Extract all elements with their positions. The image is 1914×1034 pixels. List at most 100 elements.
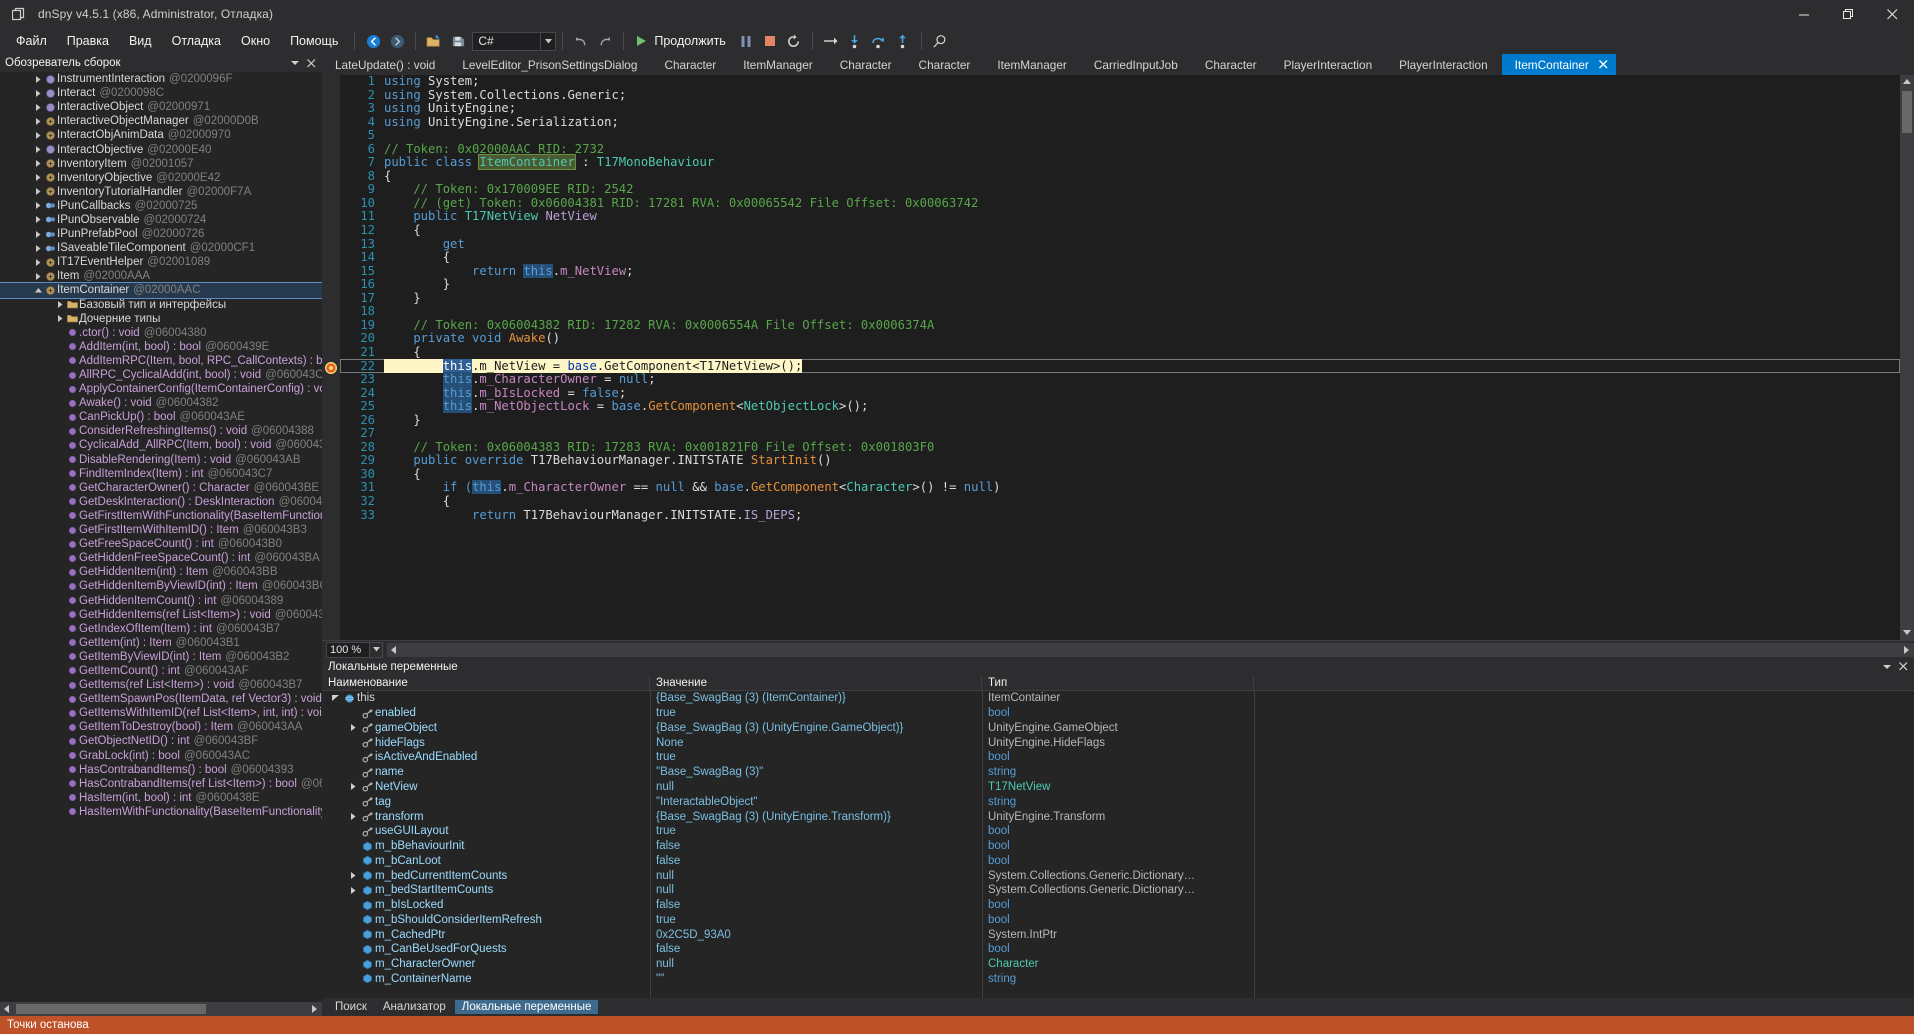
code-line-current[interactable]: 22 this.m_NetView = base.GetComponent<T1… (340, 358, 1900, 374)
code-vscrollbar[interactable] (1900, 75, 1914, 640)
tree-node[interactable]: GetItemsWithItemID(ref List<Item>, int, … (0, 706, 322, 720)
tree-node[interactable]: HasContrabandItems(ref List<Item>) : boo… (0, 777, 322, 791)
locals-value-cell[interactable]: null (650, 883, 982, 898)
tree-node[interactable]: CanPickUp() : bool @060043AE (0, 410, 322, 424)
locals-value-cell[interactable]: true (650, 706, 982, 721)
tree-node[interactable]: IPunCallbacks @02000725 (0, 199, 322, 213)
tree-node[interactable]: Item @02000AAA (0, 269, 322, 283)
locals-row[interactable]: m_CharacterOwner null Character (322, 957, 1914, 972)
tree-node[interactable]: GetObjectNetID() : int @060043BF (0, 734, 322, 748)
tree-node[interactable]: GetItems(ref List<Item>) : void @060043B7 (0, 678, 322, 692)
locals-value-cell[interactable]: {Base_SwagBag (3) (UnityEngine.Transform… (650, 809, 982, 824)
code-line[interactable]: 16 } (340, 277, 1900, 292)
locals-tab-strip[interactable]: Поиск Анализатор Локальные переменные (322, 998, 1914, 1016)
tree-node[interactable]: GetIndexOfItem(Item) : int @060043B7 (0, 622, 322, 636)
code-line[interactable]: 19 // Token: 0x06004382 RID: 17282 RVA: … (340, 318, 1900, 333)
locals-value-cell[interactable]: false (650, 942, 982, 957)
locals-value-cell[interactable]: "" (650, 972, 982, 987)
minimize-button[interactable] (1782, 0, 1826, 28)
document-tab[interactable]: Character (651, 54, 731, 75)
tree-node[interactable]: InstrumentInteraction @0200096F (0, 72, 322, 86)
code-line[interactable]: 28 // Token: 0x06004383 RID: 17283 RVA: … (340, 440, 1900, 455)
scroll-left-icon[interactable] (0, 1002, 14, 1016)
document-tab[interactable]: CarriedInputJob (1081, 54, 1192, 75)
tree-node[interactable]: InteractObjective @02000E40 (0, 142, 322, 156)
tree-node[interactable]: GetItemByViewID(int) : Item @060043B2 (0, 650, 322, 664)
menu-window[interactable]: Окно (231, 31, 280, 51)
scroll-left-icon[interactable] (387, 643, 401, 657)
language-select[interactable]: C# (472, 31, 557, 51)
close-icon[interactable] (1896, 660, 1910, 674)
locals-value-cell[interactable]: false (650, 898, 982, 913)
locals-row[interactable]: enabled true bool (322, 706, 1914, 721)
locals-row[interactable]: m_bedCurrentItemCounts null System.Collect… (322, 868, 1914, 883)
menu-help[interactable]: Помощь (280, 31, 348, 51)
locals-row[interactable]: isActiveAndEnabled true bool (322, 750, 1914, 765)
code-line[interactable]: 3 using UnityEngine; (340, 101, 1900, 116)
tree-node[interactable]: GetItemSpawnPos(ItemData, ref Vector3) :… (0, 692, 322, 706)
locals-row[interactable]: m_CachedPtr 0x2C5D_93A0 System.IntPtr (322, 927, 1914, 942)
locals-value-cell[interactable]: null (650, 868, 982, 883)
tree-expand-icon[interactable] (33, 146, 43, 154)
restart-icon[interactable] (782, 30, 806, 52)
document-tab[interactable]: LateUpdate() : void (322, 54, 450, 75)
tree-expand-icon[interactable] (33, 75, 43, 83)
code-line[interactable]: 8{ (340, 169, 1900, 184)
row-collapse-icon[interactable] (328, 695, 342, 702)
tree-node[interactable]: ISaveableTileComponent @02000CF1 (0, 241, 322, 255)
code-line[interactable]: 18 (340, 305, 1900, 319)
tree-expand-icon[interactable] (33, 216, 43, 224)
assembly-tree[interactable]: InstrumentInteraction @0200096F Interact @0… (0, 72, 322, 1002)
zoom-chevron-down-icon[interactable] (370, 641, 383, 658)
tab-close-icon[interactable] (1597, 58, 1610, 71)
row-expand-icon[interactable] (346, 783, 360, 791)
code-line[interactable]: 23 this.m_CharacterOwner = null; (340, 372, 1900, 387)
locals-row[interactable]: m_CanBeUsedForQuests false bool (322, 942, 1914, 957)
code-line[interactable]: 5 (340, 129, 1900, 143)
menu-file[interactable]: Файл (6, 31, 57, 51)
locals-row[interactable]: m_bBehaviourInit false bool (322, 839, 1914, 854)
code-line[interactable]: 1 using System; (340, 75, 1900, 89)
document-tab[interactable]: Character (1192, 54, 1271, 75)
code-line[interactable]: 24 this.m_bIsLocked = false; (340, 385, 1900, 401)
tree-node[interactable]: GetItemToDestroy(bool) : Item @060043AA (0, 720, 322, 734)
tree-expand-icon[interactable] (33, 272, 43, 280)
tree-expand-icon[interactable] (33, 174, 43, 182)
tree-node[interactable]: GetFirstItemWithItemID() : Item @060043B3 (0, 523, 322, 537)
code-line[interactable]: 30 { (340, 467, 1900, 482)
tree-node[interactable]: IT17EventHelper @02001089 (0, 255, 322, 269)
locals-row[interactable]: m_ContainerName "" string (322, 972, 1914, 987)
document-tab-active[interactable]: ItemContainer (1501, 54, 1617, 75)
stop-icon[interactable] (758, 30, 782, 52)
step-over-icon[interactable] (819, 30, 843, 52)
open-folder-icon[interactable] (422, 30, 446, 52)
code-line[interactable]: 29 public override T17BehaviourManager.I… (340, 454, 1900, 468)
code-line[interactable]: 12 { (340, 223, 1900, 238)
locals-row[interactable]: this {Base_SwagBag (3) (ItemContainer)} It… (322, 691, 1914, 706)
tree-node[interactable]: ApplyContainerConfig(ItemContainerConfig… (0, 382, 322, 396)
locals-value-cell[interactable]: false (650, 839, 982, 854)
code-line[interactable]: 7 public class ItemContainer : T17MonoBeh… (340, 154, 1900, 171)
tree-expand-icon[interactable] (33, 131, 43, 139)
tree-node[interactable]: DisableRendering(Item) : void @060043AB (0, 453, 322, 467)
locals-row[interactable]: m_bCanLoot false bool (322, 853, 1914, 868)
tree-expand-icon[interactable] (55, 315, 65, 323)
step-into-icon[interactable] (843, 30, 867, 52)
tree-node[interactable]: InteractObjAnimData @02000970 (0, 128, 322, 142)
menu-edit[interactable]: Правка (57, 31, 119, 51)
code-line[interactable]: 15 return this.m_NetView; (340, 263, 1900, 279)
tree-node[interactable]: InventoryItem @02001057 (0, 157, 322, 171)
row-expand-icon[interactable] (346, 724, 360, 732)
tree-expand-icon[interactable] (33, 230, 43, 238)
hscroll-thumb[interactable] (16, 1004, 206, 1014)
locals-value-cell[interactable]: None (650, 735, 982, 750)
locals-tab[interactable]: Поиск (328, 1000, 374, 1014)
locals-value-cell[interactable]: false (650, 853, 982, 868)
tree-node[interactable]: GrabLock(int) : bool @060043AC (0, 749, 322, 763)
code-editor[interactable]: 1 using System; 2 using System.Collections.… (322, 75, 1914, 640)
locals-value-cell[interactable]: true (650, 824, 982, 839)
document-tab[interactable]: ItemManager (984, 54, 1081, 75)
menu-debug[interactable]: Отладка (162, 31, 231, 51)
tree-node[interactable]: ConsiderRefreshingItems() : void @0600438… (0, 424, 322, 438)
code-line[interactable]: 27 (340, 427, 1900, 441)
